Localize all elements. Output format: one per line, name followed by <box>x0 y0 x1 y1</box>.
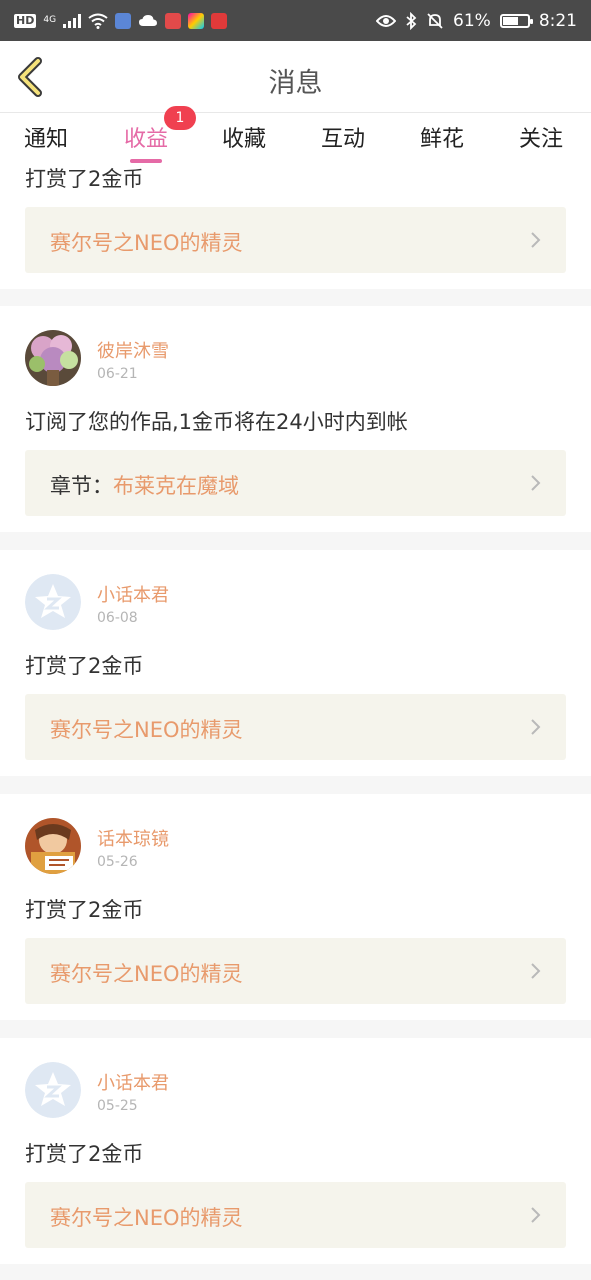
active-tab-indicator <box>130 159 162 163</box>
tab-favorites[interactable]: 收藏 <box>222 121 266 153</box>
shop-app-icon <box>211 12 228 29</box>
list-item: 小话本君 05-25 打赏了2金币 赛尔号之NEO的精灵 <box>0 1038 591 1264</box>
username[interactable]: 小话本君 <box>97 581 169 607</box>
message-text: 打赏了2金币 <box>25 1142 144 1166</box>
tab-earnings[interactable]: 收益 <box>124 121 168 153</box>
earnings-feed: 打赏了2金币 赛尔号之NEO的精灵 彼岸沐雪 06-21 订阅了您的作品,1金币… <box>0 165 591 1280</box>
list-item: 话本琼镜 05-26 打赏了2金币 赛尔号之NEO的精灵 <box>0 794 591 1020</box>
work-link[interactable]: 赛尔号之NEO的精灵 <box>25 694 566 760</box>
battery-icon <box>499 13 533 28</box>
date: 06-08 <box>97 610 138 626</box>
network-type: 4G <box>43 15 57 25</box>
eye-icon <box>376 14 397 27</box>
message-text: 打赏了2金币 <box>25 898 144 922</box>
list-item: 打赏了2金币 赛尔号之NEO的精灵 <box>0 165 591 289</box>
work-link[interactable]: 赛尔号之NEO的精灵 <box>25 207 566 273</box>
bluetooth-icon <box>406 11 417 30</box>
tab-interactions[interactable]: 互动 <box>321 121 365 153</box>
tab-bar: 通知 收益 收藏 互动 鲜花 关注 <box>0 113 591 165</box>
navigation-header: 消息 <box>0 41 591 113</box>
work-title: 赛尔号之NEO的精灵 <box>50 718 243 742</box>
avatar[interactable] <box>25 818 81 874</box>
chevron-right-icon <box>531 719 541 735</box>
date: 05-25 <box>97 1098 138 1114</box>
work-link[interactable]: 赛尔号之NEO的精灵 <box>25 1182 566 1248</box>
page-title: 消息 <box>268 68 323 99</box>
gallery-app-icon <box>188 12 205 29</box>
unread-badge: 1 <box>164 106 196 130</box>
chevron-right-icon <box>531 232 541 248</box>
tab-following[interactable]: 关注 <box>519 121 563 153</box>
username[interactable]: 话本琼镜 <box>97 825 169 851</box>
book-app-icon <box>165 12 182 29</box>
chapter-link[interactable]: 章节：布莱克在魔域 <box>25 450 566 516</box>
chevron-right-icon <box>531 1207 541 1223</box>
work-title: 赛尔号之NEO的精灵 <box>50 231 243 255</box>
chevron-right-icon <box>531 475 541 491</box>
chevron-right-icon <box>531 963 541 979</box>
cloud-download-icon <box>139 14 158 26</box>
status-bar: HD 4G 61% 8:21 <box>0 0 591 41</box>
mute-bell-icon <box>427 12 443 29</box>
message-text: 打赏了2金币 <box>25 654 144 678</box>
hd-icon: HD <box>14 13 37 28</box>
work-title: 赛尔号之NEO的精灵 <box>50 1206 243 1230</box>
default-avatar-icon[interactable] <box>25 574 81 630</box>
list-item: 彼岸沐雪 06-21 订阅了您的作品,1金币将在24小时内到帐 章节：布莱克在魔… <box>0 306 591 532</box>
tab-flowers[interactable]: 鲜花 <box>420 121 464 153</box>
battery-percent: 61% <box>453 10 491 31</box>
username[interactable]: 彼岸沐雪 <box>97 337 169 363</box>
message-text: 订阅了您的作品,1金币将在24小时内到帐 <box>25 410 408 434</box>
chapter-label: 章节： <box>50 474 113 498</box>
date: 06-21 <box>97 366 138 382</box>
work-title: 赛尔号之NEO的精灵 <box>50 962 243 986</box>
message-text: 打赏了2金币 <box>25 167 144 191</box>
clock: 8:21 <box>538 10 577 31</box>
tab-notifications[interactable]: 通知 <box>24 121 68 153</box>
chapter-title: 布莱克在魔域 <box>113 474 239 498</box>
default-avatar-icon[interactable] <box>25 1062 81 1118</box>
signal-icon <box>63 13 82 28</box>
music-app-icon <box>115 12 132 29</box>
wifi-icon <box>88 13 108 29</box>
username[interactable]: 小话本君 <box>97 1069 169 1095</box>
work-link[interactable]: 赛尔号之NEO的精灵 <box>25 938 566 1004</box>
list-item: 小话本君 06-08 打赏了2金币 赛尔号之NEO的精灵 <box>0 550 591 776</box>
avatar[interactable] <box>25 330 81 386</box>
date: 05-26 <box>97 854 138 870</box>
